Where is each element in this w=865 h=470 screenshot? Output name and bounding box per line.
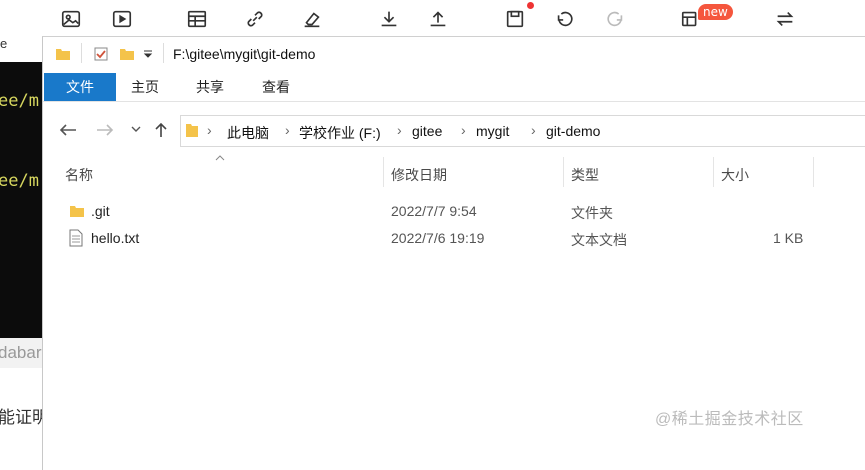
folder-icon [70,206,84,217]
breadcrumb-this-pc[interactable]: 此电脑 [227,123,269,143]
new-badge: new [698,4,733,20]
column-type[interactable]: 类型 [571,165,599,185]
file-row[interactable]: .git 2022/7/7 9:54 文件夹 [43,199,865,223]
tab-view[interactable]: 查看 [254,73,298,101]
ribbon-tabs: 文件 主页 共享 查看 [43,73,865,102]
column-date-modified[interactable]: 修改日期 [391,165,447,185]
column-header: 名称 修改日期 类型 大小 [43,155,865,187]
up-arrow-icon[interactable] [154,122,168,138]
chevron-right-icon[interactable]: › [461,122,466,138]
watermark: @稀土掘金技术社区 [655,411,804,428]
redo-icon[interactable] [602,6,628,32]
column-name[interactable]: 名称 [65,165,93,185]
new-folder-icon[interactable] [119,46,135,62]
file-type: 文件夹 [571,205,613,221]
address-bar[interactable]: › 此电脑 › 学校作业 (F:) › gitee › mygit › git-… [180,115,865,147]
sort-ascending-icon [215,155,225,161]
link-icon[interactable] [242,6,268,32]
download-icon[interactable] [376,6,402,32]
video-icon[interactable] [109,6,135,32]
window-title: F:\gitee\mygit\git-demo [173,46,316,62]
folder-icon [186,124,198,137]
terminal-line: ee/m [0,171,39,191]
undo-icon[interactable] [552,6,578,32]
navigation-bar: › 此电脑 › 学校作业 (F:) › gitee › mygit › git-… [43,113,865,149]
eraser-icon[interactable] [299,6,325,32]
save-icon[interactable] [502,6,528,32]
recent-locations-icon[interactable] [131,126,141,134]
terminal-line: ee/m [0,91,39,111]
chevron-right-icon[interactable]: › [397,122,402,138]
chevron-right-icon[interactable]: › [531,122,536,138]
tab-share[interactable]: 共享 [188,73,232,101]
breadcrumb-drive[interactable]: 学校作业 (F:) [299,123,381,143]
file-date: 2022/7/6 19:19 [391,230,485,246]
breadcrumb-gitee[interactable]: gitee [412,123,442,139]
folder-icon [56,49,70,60]
back-arrow-icon[interactable] [59,123,77,137]
file-name: .git [91,203,110,219]
breadcrumb-mygit[interactable]: mygit [476,123,509,139]
editor-toolbar: new [0,0,865,38]
unsaved-dot [527,2,534,9]
tab-home[interactable]: 主页 [123,73,167,101]
breadcrumb-git-demo[interactable]: git-demo [546,123,600,139]
upload-icon[interactable] [425,6,451,32]
forward-arrow-icon[interactable] [96,123,114,137]
quick-access-dropdown-icon[interactable] [143,49,153,59]
column-size[interactable]: 大小 [721,165,749,185]
title-bar: F:\gitee\mygit\git-demo [43,37,865,71]
text-file-icon [69,229,83,247]
file-type: 文本文档 [571,232,627,248]
properties-icon[interactable] [93,46,109,62]
file-name: hello.txt [91,230,140,246]
background-text: dabar [0,343,42,362]
image-icon[interactable] [58,6,84,32]
tab-file[interactable]: 文件 [44,73,116,101]
chevron-right-icon[interactable]: › [207,122,212,138]
background-text: e [0,36,8,51]
table-icon[interactable] [184,6,210,32]
chevron-right-icon[interactable]: › [285,122,290,138]
file-date: 2022/7/7 9:54 [391,203,477,219]
file-size: 1 KB [773,230,804,246]
switch-icon[interactable] [772,6,798,32]
file-row[interactable]: hello.txt 2022/7/6 19:19 文本文档 1 KB [43,226,865,250]
terminal-panel: ee/m ee/m [0,62,42,338]
